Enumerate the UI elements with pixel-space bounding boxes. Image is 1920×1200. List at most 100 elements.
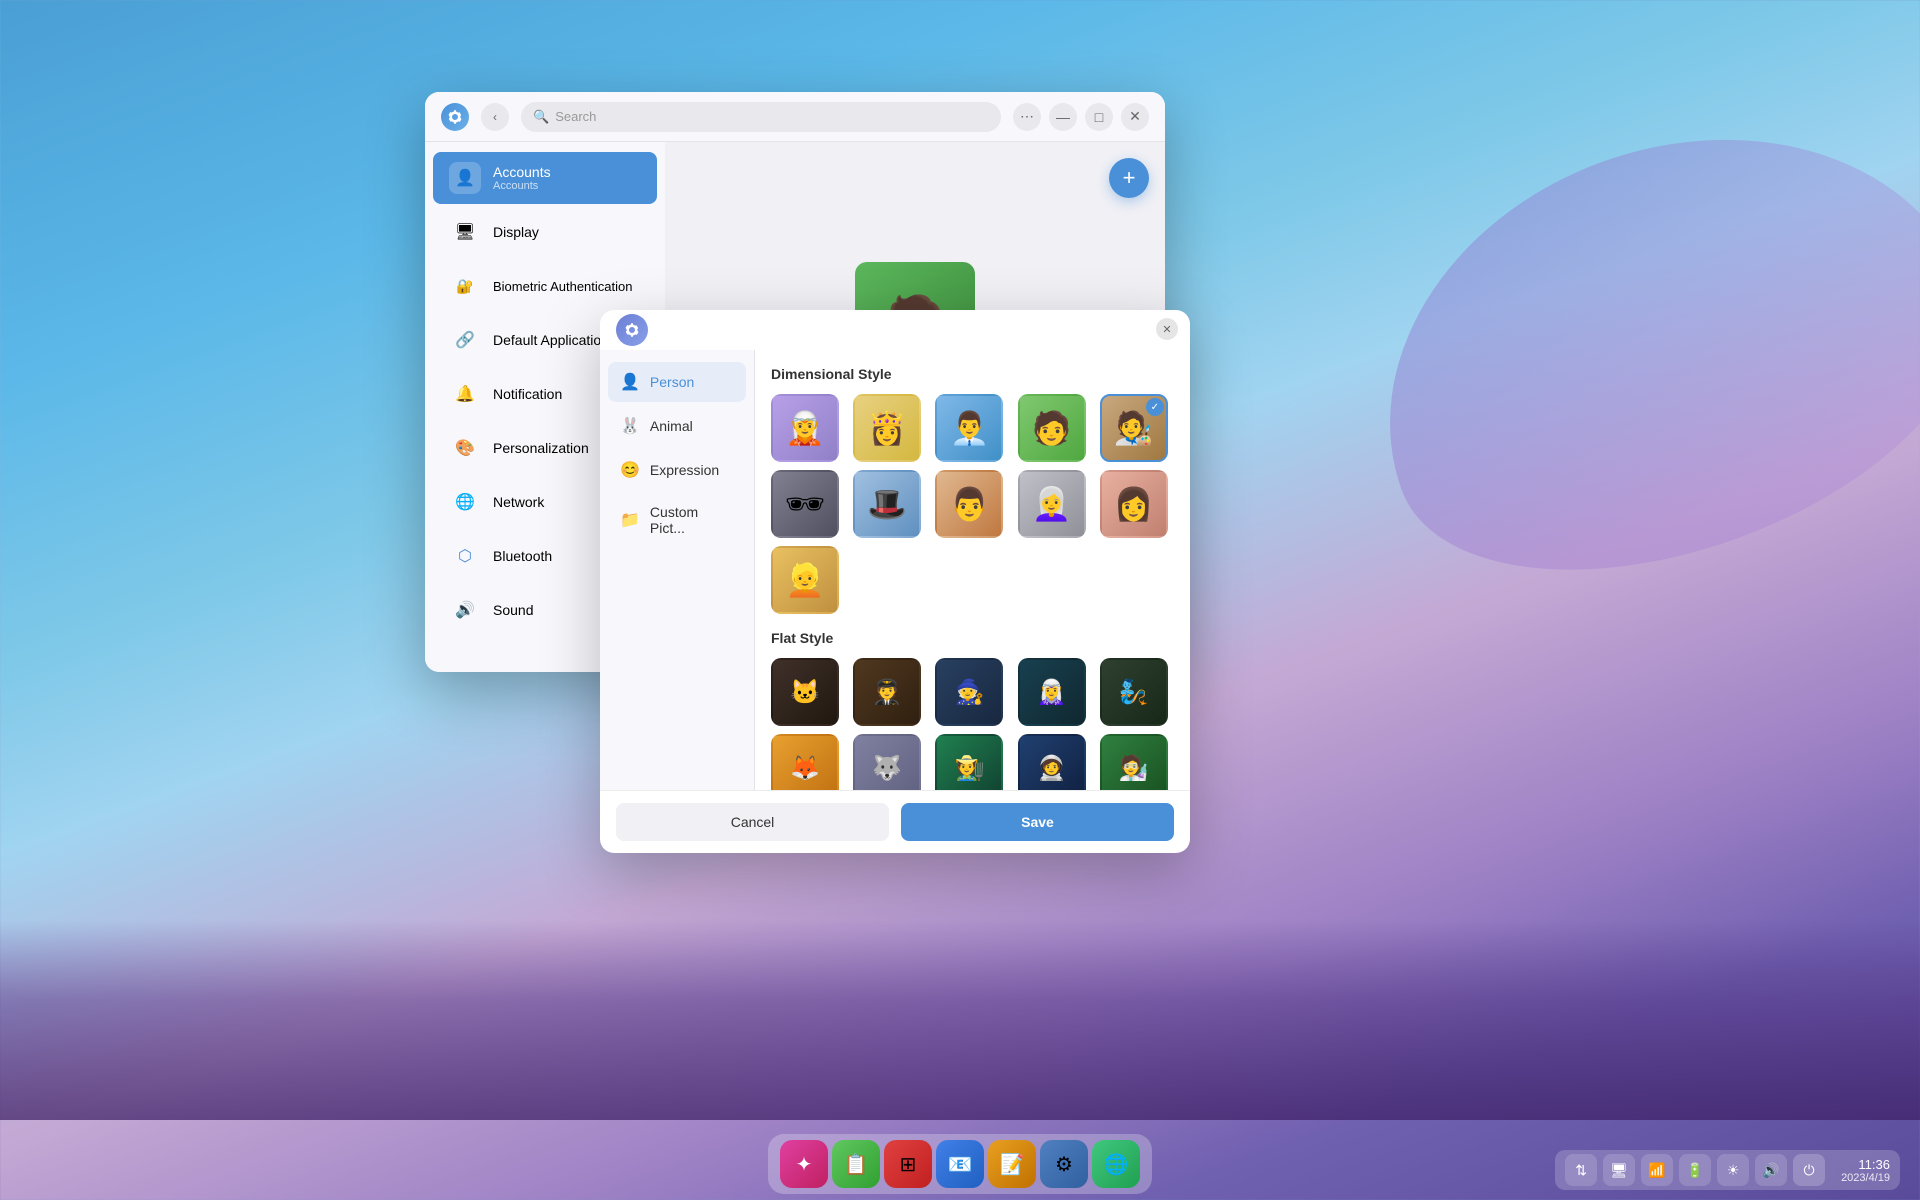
custom-label: Custom Pict... <box>650 504 734 536</box>
taskbar-volume-icon[interactable]: 🔊 <box>1755 1154 1787 1186</box>
bg-decoration-grass <box>0 920 1920 1120</box>
title-bar-actions: ⋯ — □ ✕ <box>1013 103 1149 131</box>
person-icon: 👤 <box>620 372 640 392</box>
animal-icon: 🐰 <box>620 416 640 436</box>
avatar-item-flat[interactable]: 🧙 <box>935 658 1003 726</box>
selected-checkmark: ✓ <box>1146 398 1164 416</box>
dialog-logo <box>616 314 648 346</box>
taskbar-app-mail[interactable]: 📧 <box>936 1140 984 1188</box>
more-button[interactable]: ⋯ <box>1013 103 1041 131</box>
taskbar-system-tray: ⇅ 🖥 📶 🔋 ☀ 🔊 ⏻ 11:36 2023/4/19 <box>1555 1150 1900 1190</box>
bluetooth-label: Bluetooth <box>493 548 552 564</box>
taskbar-app-grid[interactable]: ⊞ <box>884 1140 932 1188</box>
taskbar-up-down-icon[interactable]: ⇅ <box>1565 1154 1597 1186</box>
avatar-item-flat[interactable]: 🐺 <box>853 734 921 790</box>
minimize-button[interactable]: — <box>1049 103 1077 131</box>
avatar-item[interactable]: 👸 <box>853 394 921 462</box>
default-apps-icon: 🔗 <box>449 324 481 356</box>
taskbar-brightness-icon[interactable]: ☀ <box>1717 1154 1749 1186</box>
avatar-item-flat[interactable]: 🦊 <box>771 734 839 790</box>
settings-logo-icon <box>446 108 464 126</box>
avatar-item-flat[interactable]: 🧑‍🌾 <box>935 734 1003 790</box>
sidebar-item-accounts[interactable]: 👤 Accounts Accounts <box>433 152 657 204</box>
taskbar-app-notes[interactable]: 📝 <box>988 1140 1036 1188</box>
avatar-item[interactable]: 👩‍🦳 <box>1018 470 1086 538</box>
bg-decoration-whale <box>1320 59 1920 640</box>
maximize-button[interactable]: □ <box>1085 103 1113 131</box>
sys-icons-group: ⇅ 🖥 📶 🔋 ☀ 🔊 ⏻ <box>1565 1154 1825 1186</box>
taskbar-dock: ✦ 📋 ⊞ 📧 📝 ⚙ 🌐 <box>768 1134 1152 1194</box>
sound-icon: 🔊 <box>449 594 481 626</box>
taskbar-wifi-icon[interactable]: 📶 <box>1641 1154 1673 1186</box>
notification-label: Notification <box>493 386 562 402</box>
avatar-item[interactable]: 👱 <box>771 546 839 614</box>
avatar-item[interactable]: 🧝 <box>771 394 839 462</box>
avatar-item[interactable]: 👨‍💼 <box>935 394 1003 462</box>
taskbar-battery-icon[interactable]: 🔋 <box>1679 1154 1711 1186</box>
custom-icon: 📁 <box>620 510 640 530</box>
dimensional-style-title: Dimensional Style <box>771 366 1174 382</box>
avatar-item-selected[interactable]: 🧑‍🎨 ✓ <box>1100 394 1168 462</box>
network-label: Network <box>493 494 544 510</box>
taskbar-app-files[interactable]: 📋 <box>832 1140 880 1188</box>
flat-style-grid: 🐱 🧑‍✈️ 🧙 🧝‍♀️ 🧞 🦊 🐺 <box>771 658 1174 790</box>
dimensional-style-grid: 🧝 👸 👨‍💼 🧑 🧑‍🎨 ✓ 🕶 <box>771 394 1174 614</box>
accounts-icon: 👤 <box>449 162 481 194</box>
avatar-item[interactable]: 👩 <box>1100 470 1168 538</box>
biometric-icon: 🔐 <box>449 270 481 302</box>
dialog-logo-icon <box>623 321 641 339</box>
add-button[interactable]: + <box>1109 158 1149 198</box>
flat-style-title: Flat Style <box>771 630 1174 646</box>
taskbar-clock[interactable]: 11:36 2023/4/19 <box>1841 1157 1890 1184</box>
default-apps-label: Default Applications <box>493 332 616 348</box>
taskbar-display-icon[interactable]: 🖥 <box>1603 1154 1635 1186</box>
accounts-sublabel: Accounts <box>493 180 551 192</box>
avatar-item[interactable]: 🎩 <box>853 470 921 538</box>
category-person[interactable]: 👤 Person <box>608 362 746 402</box>
avatar-item[interactable]: 🧑 <box>1018 394 1086 462</box>
dialog-close-button[interactable]: ✕ <box>1156 318 1178 340</box>
avatar-item[interactable]: 🕶 <box>771 470 839 538</box>
expression-icon: 😊 <box>620 460 640 480</box>
category-custom[interactable]: 📁 Custom Pict... <box>608 494 746 546</box>
category-expression[interactable]: 😊 Expression <box>608 450 746 490</box>
category-animal[interactable]: 🐰 Animal <box>608 406 746 446</box>
save-button[interactable]: Save <box>901 803 1174 841</box>
cancel-button[interactable]: Cancel <box>616 803 889 841</box>
avatar-item-flat[interactable]: 🧑‍🔬 <box>1100 734 1168 790</box>
display-label: Display <box>493 224 539 240</box>
dialog-category-sidebar: 👤 Person 🐰 Animal 😊 Expression 📁 Custom … <box>600 350 755 790</box>
animal-label: Animal <box>650 418 693 434</box>
search-placeholder: Search <box>555 109 596 124</box>
network-icon: 🌐 <box>449 486 481 518</box>
notification-icon: 🔔 <box>449 378 481 410</box>
expression-label: Expression <box>650 462 719 478</box>
avatar-item-flat[interactable]: 🧑‍🚀 <box>1018 734 1086 790</box>
display-icon: 🖥 <box>449 216 481 248</box>
accounts-label: Accounts <box>493 164 551 180</box>
title-bar: ‹ 🔍 Search ⋯ — □ ✕ <box>425 92 1165 142</box>
app-logo <box>441 103 469 131</box>
bluetooth-icon: ⬡ <box>449 540 481 572</box>
clock-date: 2023/4/19 <box>1841 1172 1890 1184</box>
avatar-item[interactable]: 👨 <box>935 470 1003 538</box>
avatar-item-flat[interactable]: 🐱 <box>771 658 839 726</box>
sidebar-item-display[interactable]: 🖥 Display <box>433 206 657 258</box>
personalization-label: Personalization <box>493 440 589 456</box>
close-button[interactable]: ✕ <box>1121 103 1149 131</box>
clock-time: 11:36 <box>1841 1157 1890 1172</box>
taskbar: ✦ 📋 ⊞ 📧 📝 ⚙ 🌐 ⇅ 🖥 📶 🔋 ☀ 🔊 ⏻ <box>0 1128 1920 1200</box>
taskbar-power-icon[interactable]: ⏻ <box>1793 1154 1825 1186</box>
taskbar-app-browser[interactable]: 🌐 <box>1092 1140 1140 1188</box>
avatar-item-flat[interactable]: 🧑‍✈️ <box>853 658 921 726</box>
avatar-item-flat[interactable]: 🧝‍♀️ <box>1018 658 1086 726</box>
biometric-label: Biometric Authentication <box>493 279 632 294</box>
taskbar-app-settings[interactable]: ⚙ <box>1040 1140 1088 1188</box>
personalization-icon: 🎨 <box>449 432 481 464</box>
avatar-picker-dialog: ✕ 👤 Person 🐰 Animal 😊 Expression 📁 Custo… <box>600 310 1190 853</box>
avatar-item-flat[interactable]: 🧞 <box>1100 658 1168 726</box>
sidebar-item-biometric[interactable]: 🔐 Biometric Authentication <box>433 260 657 312</box>
search-bar[interactable]: 🔍 Search <box>521 102 1001 132</box>
taskbar-app-launcher[interactable]: ✦ <box>780 1140 828 1188</box>
back-button[interactable]: ‹ <box>481 103 509 131</box>
